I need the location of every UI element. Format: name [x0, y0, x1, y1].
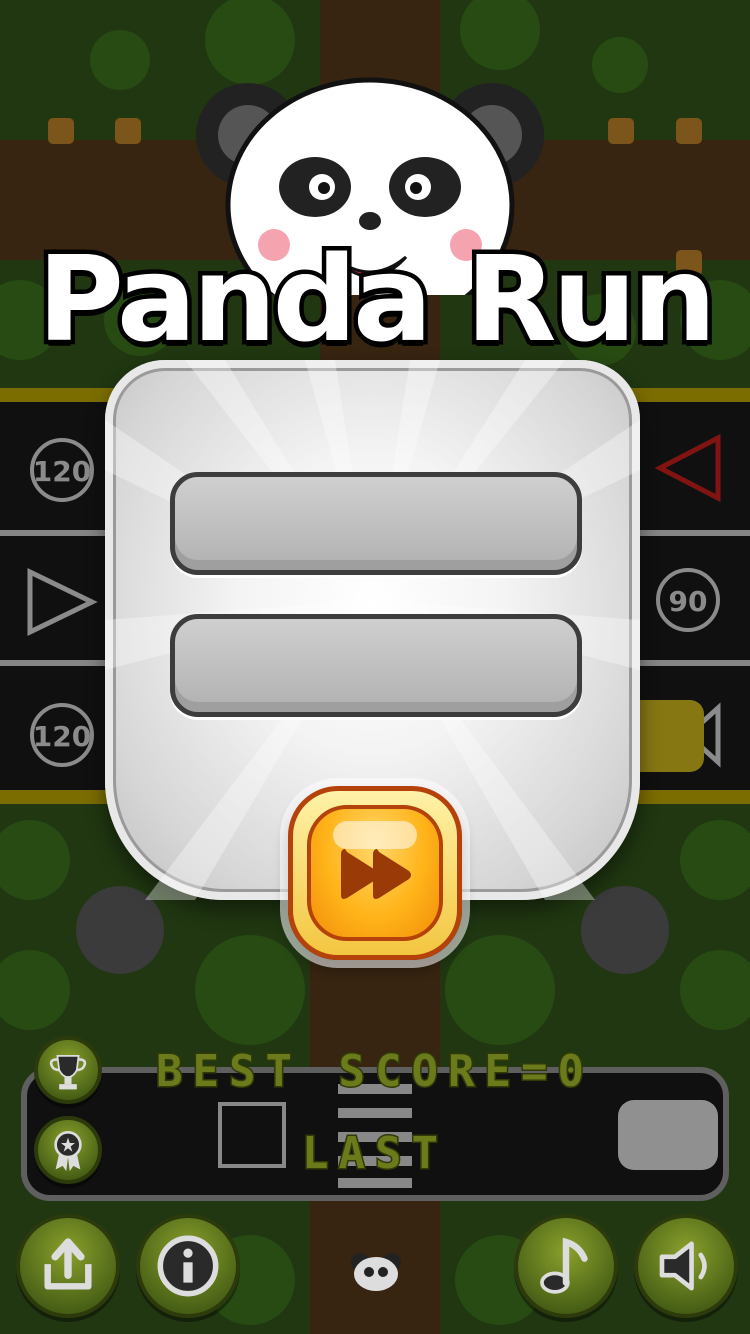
fast-forward-icon: [341, 849, 411, 899]
panda-head-icon: [351, 1253, 401, 1291]
info-icon: [157, 1235, 219, 1297]
music-note-icon: [540, 1237, 588, 1294]
music-button[interactable]: [514, 1214, 618, 1318]
speaker-icon: [659, 1241, 707, 1291]
play-button-face: [307, 805, 443, 941]
last-score-label: LAST: [301, 1127, 448, 1181]
menu-slot-2: [170, 614, 582, 717]
share-upload-icon: [44, 1238, 92, 1290]
menu-slot-1: [170, 472, 582, 575]
game-title: Panda Run: [33, 230, 721, 368]
trophy-button[interactable]: [34, 1036, 102, 1104]
info-button[interactable]: [136, 1214, 240, 1318]
share-button[interactable]: [16, 1214, 120, 1318]
sound-button[interactable]: [634, 1214, 738, 1318]
play-button[interactable]: [288, 786, 462, 960]
trophy-icon: [49, 1055, 87, 1090]
achievements-button[interactable]: [34, 1116, 102, 1184]
best-score-label: BEST SCORE=0: [155, 1045, 594, 1099]
award-ribbon-icon: [54, 1131, 82, 1172]
